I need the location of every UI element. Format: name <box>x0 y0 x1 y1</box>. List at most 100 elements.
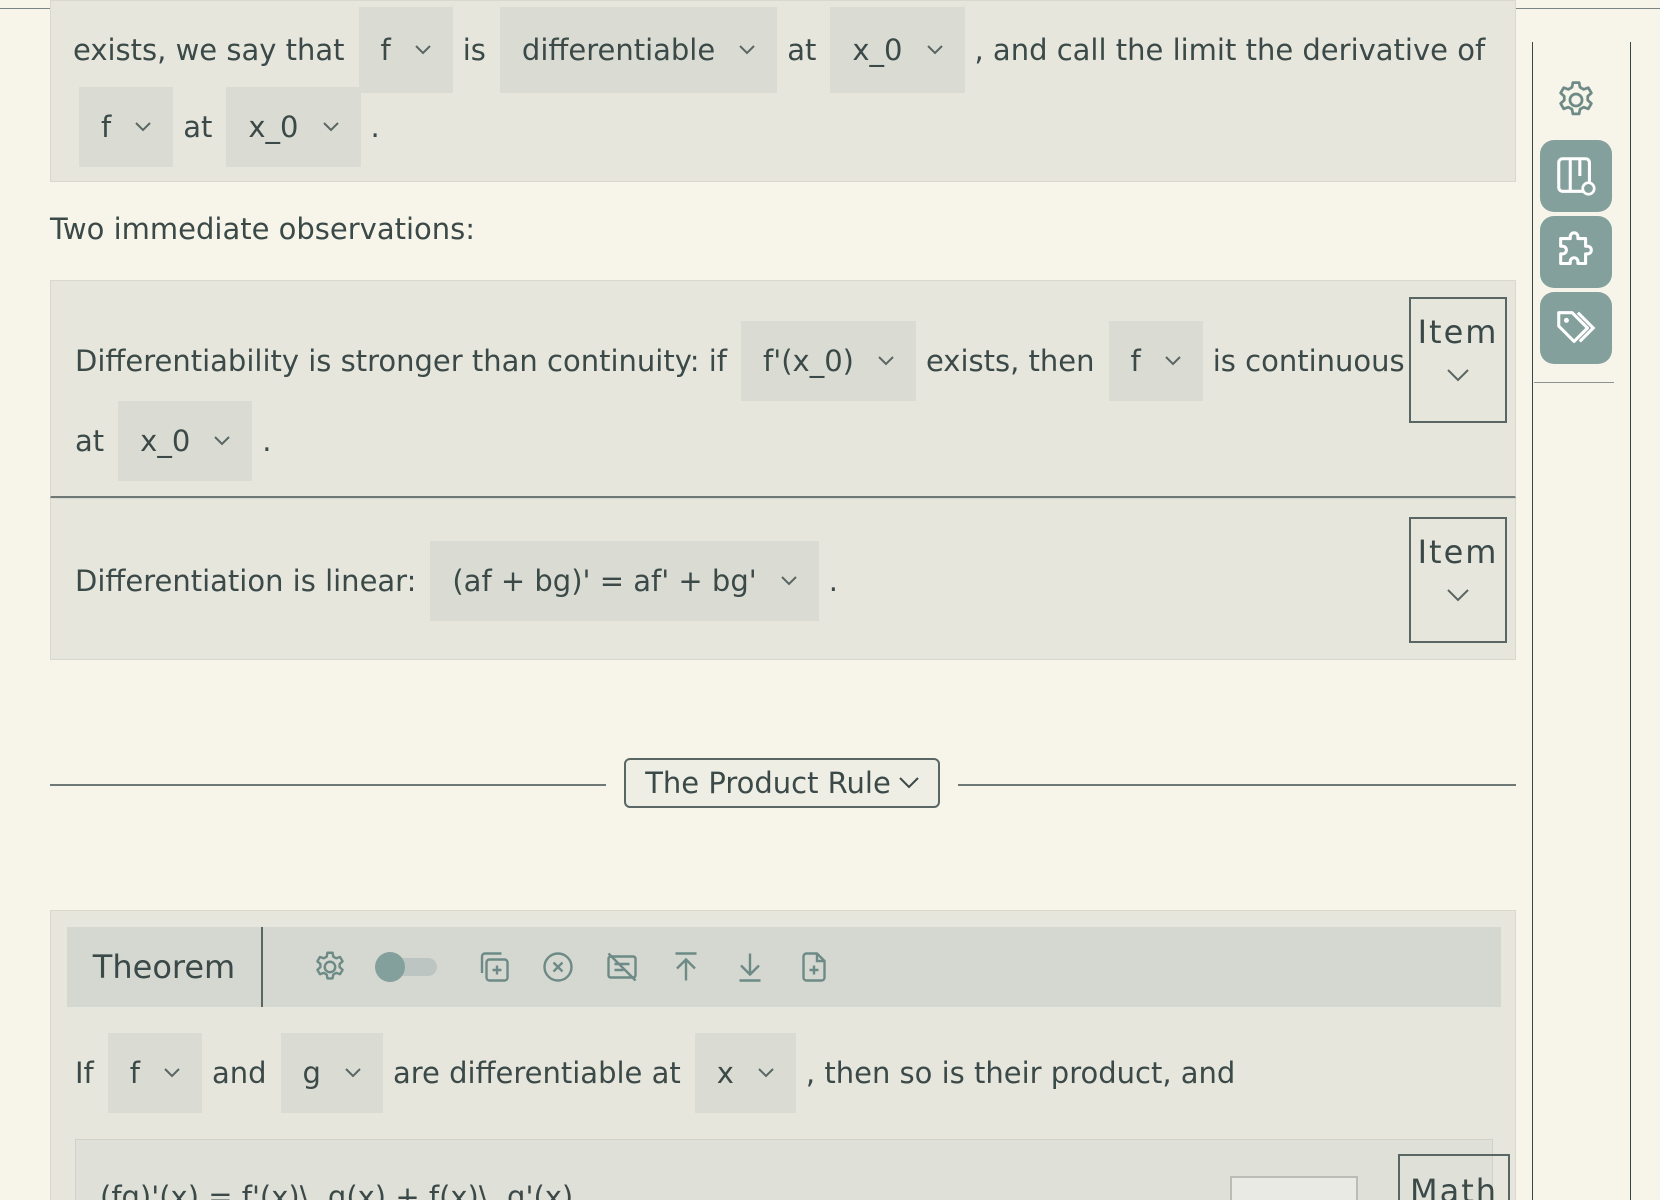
point-dropdown[interactable]: x_0 <box>830 7 965 93</box>
rail-left-border <box>1532 42 1533 1200</box>
text-fragment: at <box>787 33 817 67</box>
chevron-down-icon <box>164 1068 180 1078</box>
math-input-field[interactable] <box>1230 1176 1358 1200</box>
chevron-down-icon <box>1165 356 1181 366</box>
dropdown-value: f <box>1130 344 1141 378</box>
observations-heading: Two immediate observations: <box>50 212 476 246</box>
chevron-down-icon <box>415 45 431 55</box>
theorem-label[interactable]: Theorem <box>67 927 263 1007</box>
toggle-knob <box>375 952 405 982</box>
text-fragment: at <box>75 424 105 458</box>
definition-line-1: exists, we say that f is differentiable … <box>73 7 1485 93</box>
section-divider-left <box>50 784 606 786</box>
text-fragment: . <box>828 564 838 598</box>
text-fragment: are differentiable at <box>392 1056 681 1090</box>
item-type-selector[interactable]: Item <box>1409 517 1507 643</box>
item-block-2: Differentiation is linear: (af + bg)' = … <box>50 498 1516 660</box>
dropdown-value: differentiable <box>521 33 716 67</box>
chevron-down-icon <box>1447 589 1469 603</box>
point-dropdown[interactable]: x_0 <box>118 401 253 481</box>
item-type-label: Item <box>1417 313 1499 351</box>
move-up-icon[interactable] <box>659 940 713 994</box>
theorem-toolbar: Theorem <box>67 927 1501 1007</box>
move-down-icon[interactable] <box>723 940 777 994</box>
tags-button[interactable] <box>1540 292 1612 364</box>
delete-circle-icon[interactable] <box>531 940 585 994</box>
expression-dropdown[interactable]: f'(x_0) <box>741 321 916 401</box>
chevron-down-icon <box>345 1068 361 1078</box>
dropdown-value: (af + bg)' = af' + bg' <box>452 564 757 598</box>
item-type-selector[interactable]: Item <box>1409 297 1507 423</box>
chevron-down-icon <box>878 356 894 366</box>
math-formula[interactable]: (fg)'(x) = f'(x)\, g(x) + f(x)\, g'(x) <box>100 1180 573 1200</box>
item-block-1: Differentiability is stronger than conti… <box>50 280 1516 498</box>
dropdown-value: x_0 <box>248 110 299 144</box>
theorem-block: Theorem If f and g are differentiable at… <box>50 910 1516 1200</box>
text-fragment: is <box>462 33 486 67</box>
theorem-toggle-switch[interactable] <box>375 952 437 982</box>
text-fragment: Differentiability is stronger than conti… <box>75 344 728 378</box>
item-2-line-1: Differentiation is linear: (af + bg)' = … <box>75 541 838 621</box>
item-1-line-1: Differentiability is stronger than conti… <box>75 321 1405 401</box>
dropdown-value: x_0 <box>140 424 191 458</box>
text-fragment: and <box>211 1056 267 1090</box>
text-fragment: exists, we say that <box>73 33 345 67</box>
puzzle-icon <box>1553 229 1599 275</box>
hide-caption-icon[interactable] <box>595 940 649 994</box>
variable-dropdown-f[interactable]: f <box>358 7 453 93</box>
text-fragment: exists, then <box>925 344 1095 378</box>
text-fragment: . <box>370 110 380 144</box>
point-dropdown[interactable]: x <box>694 1033 796 1113</box>
chevron-down-icon <box>758 1068 774 1078</box>
text-fragment: Differentiation is linear: <box>75 564 417 598</box>
text-fragment: is continuous <box>1212 344 1405 378</box>
add-file-icon[interactable] <box>787 940 841 994</box>
section-divider-right <box>958 784 1516 786</box>
dropdown-value: x_0 <box>852 33 903 67</box>
dropdown-value: g <box>302 1056 321 1090</box>
text-fragment: , then so is their product, and <box>805 1056 1236 1090</box>
point-dropdown[interactable]: x_0 <box>226 87 361 167</box>
section-title: The Product Rule <box>645 766 891 800</box>
dropdown-value: f <box>101 110 112 144</box>
math-type-label: Math <box>1409 1172 1499 1200</box>
chevron-down-icon <box>1447 369 1469 383</box>
variable-dropdown-f[interactable]: f <box>1108 321 1203 401</box>
variable-dropdown-g[interactable]: g <box>280 1033 383 1113</box>
dropdown-value: f <box>129 1056 140 1090</box>
item-1-line-2: at x_0 . <box>75 401 272 481</box>
expression-dropdown[interactable]: (af + bg)' = af' + bg' <box>430 541 819 621</box>
tags-icon <box>1553 305 1599 351</box>
dropdown-value: f'(x_0) <box>763 344 854 378</box>
document-area: exists, we say that f is differentiable … <box>0 0 1532 1200</box>
chevron-down-icon <box>214 436 230 446</box>
text-fragment: . <box>262 424 272 458</box>
variable-dropdown-f[interactable]: f <box>107 1033 202 1113</box>
property-dropdown[interactable]: differentiable <box>499 7 778 93</box>
extensions-button[interactable] <box>1540 216 1612 288</box>
variable-dropdown-f[interactable]: f <box>79 87 174 167</box>
chevron-down-icon <box>781 576 797 586</box>
dropdown-value: f <box>380 33 391 67</box>
chevron-down-icon <box>135 122 151 132</box>
chevron-down-icon <box>739 45 755 55</box>
text-fragment: If <box>75 1056 94 1090</box>
theorem-body-line: If f and g are differentiable at x , the… <box>75 1033 1235 1113</box>
rail-separator <box>1534 382 1614 383</box>
chevron-down-icon <box>899 777 919 789</box>
section-title-button[interactable]: The Product Rule <box>624 758 940 808</box>
math-type-selector[interactable]: Math <box>1398 1154 1510 1200</box>
item-type-label: Item <box>1417 533 1499 571</box>
definition-block: exists, we say that f is differentiable … <box>50 0 1516 182</box>
duplicate-icon[interactable] <box>467 940 521 994</box>
dropdown-value: x <box>716 1056 734 1090</box>
layout-settings-button[interactable] <box>1540 140 1612 212</box>
gear-icon[interactable] <box>1540 64 1612 136</box>
rail-right-border <box>1630 42 1631 1200</box>
math-block: (fg)'(x) = f'(x)\, g(x) + f(x)\, g'(x) M… <box>75 1139 1510 1200</box>
gear-icon[interactable] <box>303 940 357 994</box>
text-fragment: at <box>183 110 213 144</box>
layout-settings-icon <box>1553 153 1599 199</box>
chevron-down-icon <box>322 122 339 132</box>
definition-line-2: f at x_0 . <box>79 87 380 167</box>
